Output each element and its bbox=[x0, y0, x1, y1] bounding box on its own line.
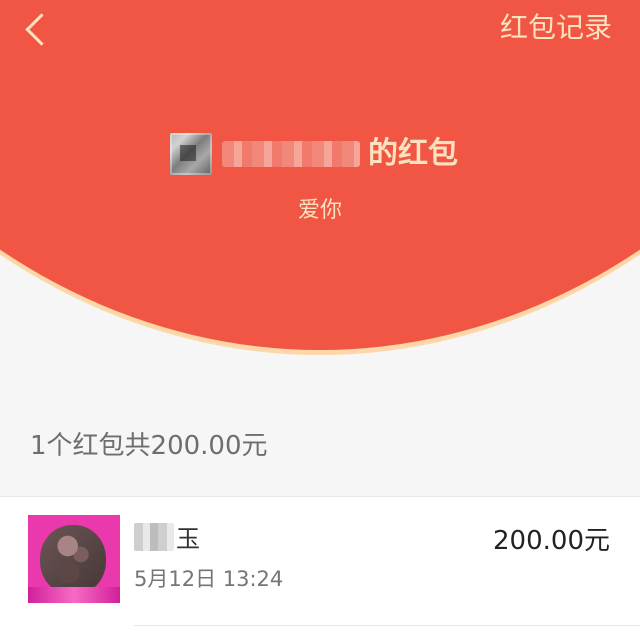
red-envelope-records-link[interactable]: 红包记录 bbox=[500, 10, 612, 46]
chevron-left-icon bbox=[25, 13, 58, 46]
received-list bbox=[0, 496, 640, 641]
red-envelope-title: 的红包 bbox=[368, 136, 458, 171]
red-envelope-message: 爱你 bbox=[297, 198, 342, 223]
red-envelope-header: 红包记录 的红包 爱你 bbox=[0, 0, 640, 400]
list-divider bbox=[134, 625, 640, 626]
receiver-avatar bbox=[28, 515, 120, 603]
sender-line: 的红包 bbox=[170, 130, 458, 178]
sender-avatar bbox=[170, 133, 212, 175]
received-amount: 200.00元 bbox=[493, 526, 610, 556]
received-record-item[interactable] bbox=[0, 497, 640, 627]
red-envelope-summary: 1个红包共200.00元 bbox=[30, 431, 268, 461]
back-button[interactable] bbox=[20, 8, 58, 48]
receiver-name-redacted bbox=[134, 523, 174, 551]
sender-name-redacted bbox=[222, 141, 360, 167]
receiver-name: 玉 bbox=[176, 525, 200, 553]
received-time: 5月12日 13:24 bbox=[134, 567, 284, 591]
